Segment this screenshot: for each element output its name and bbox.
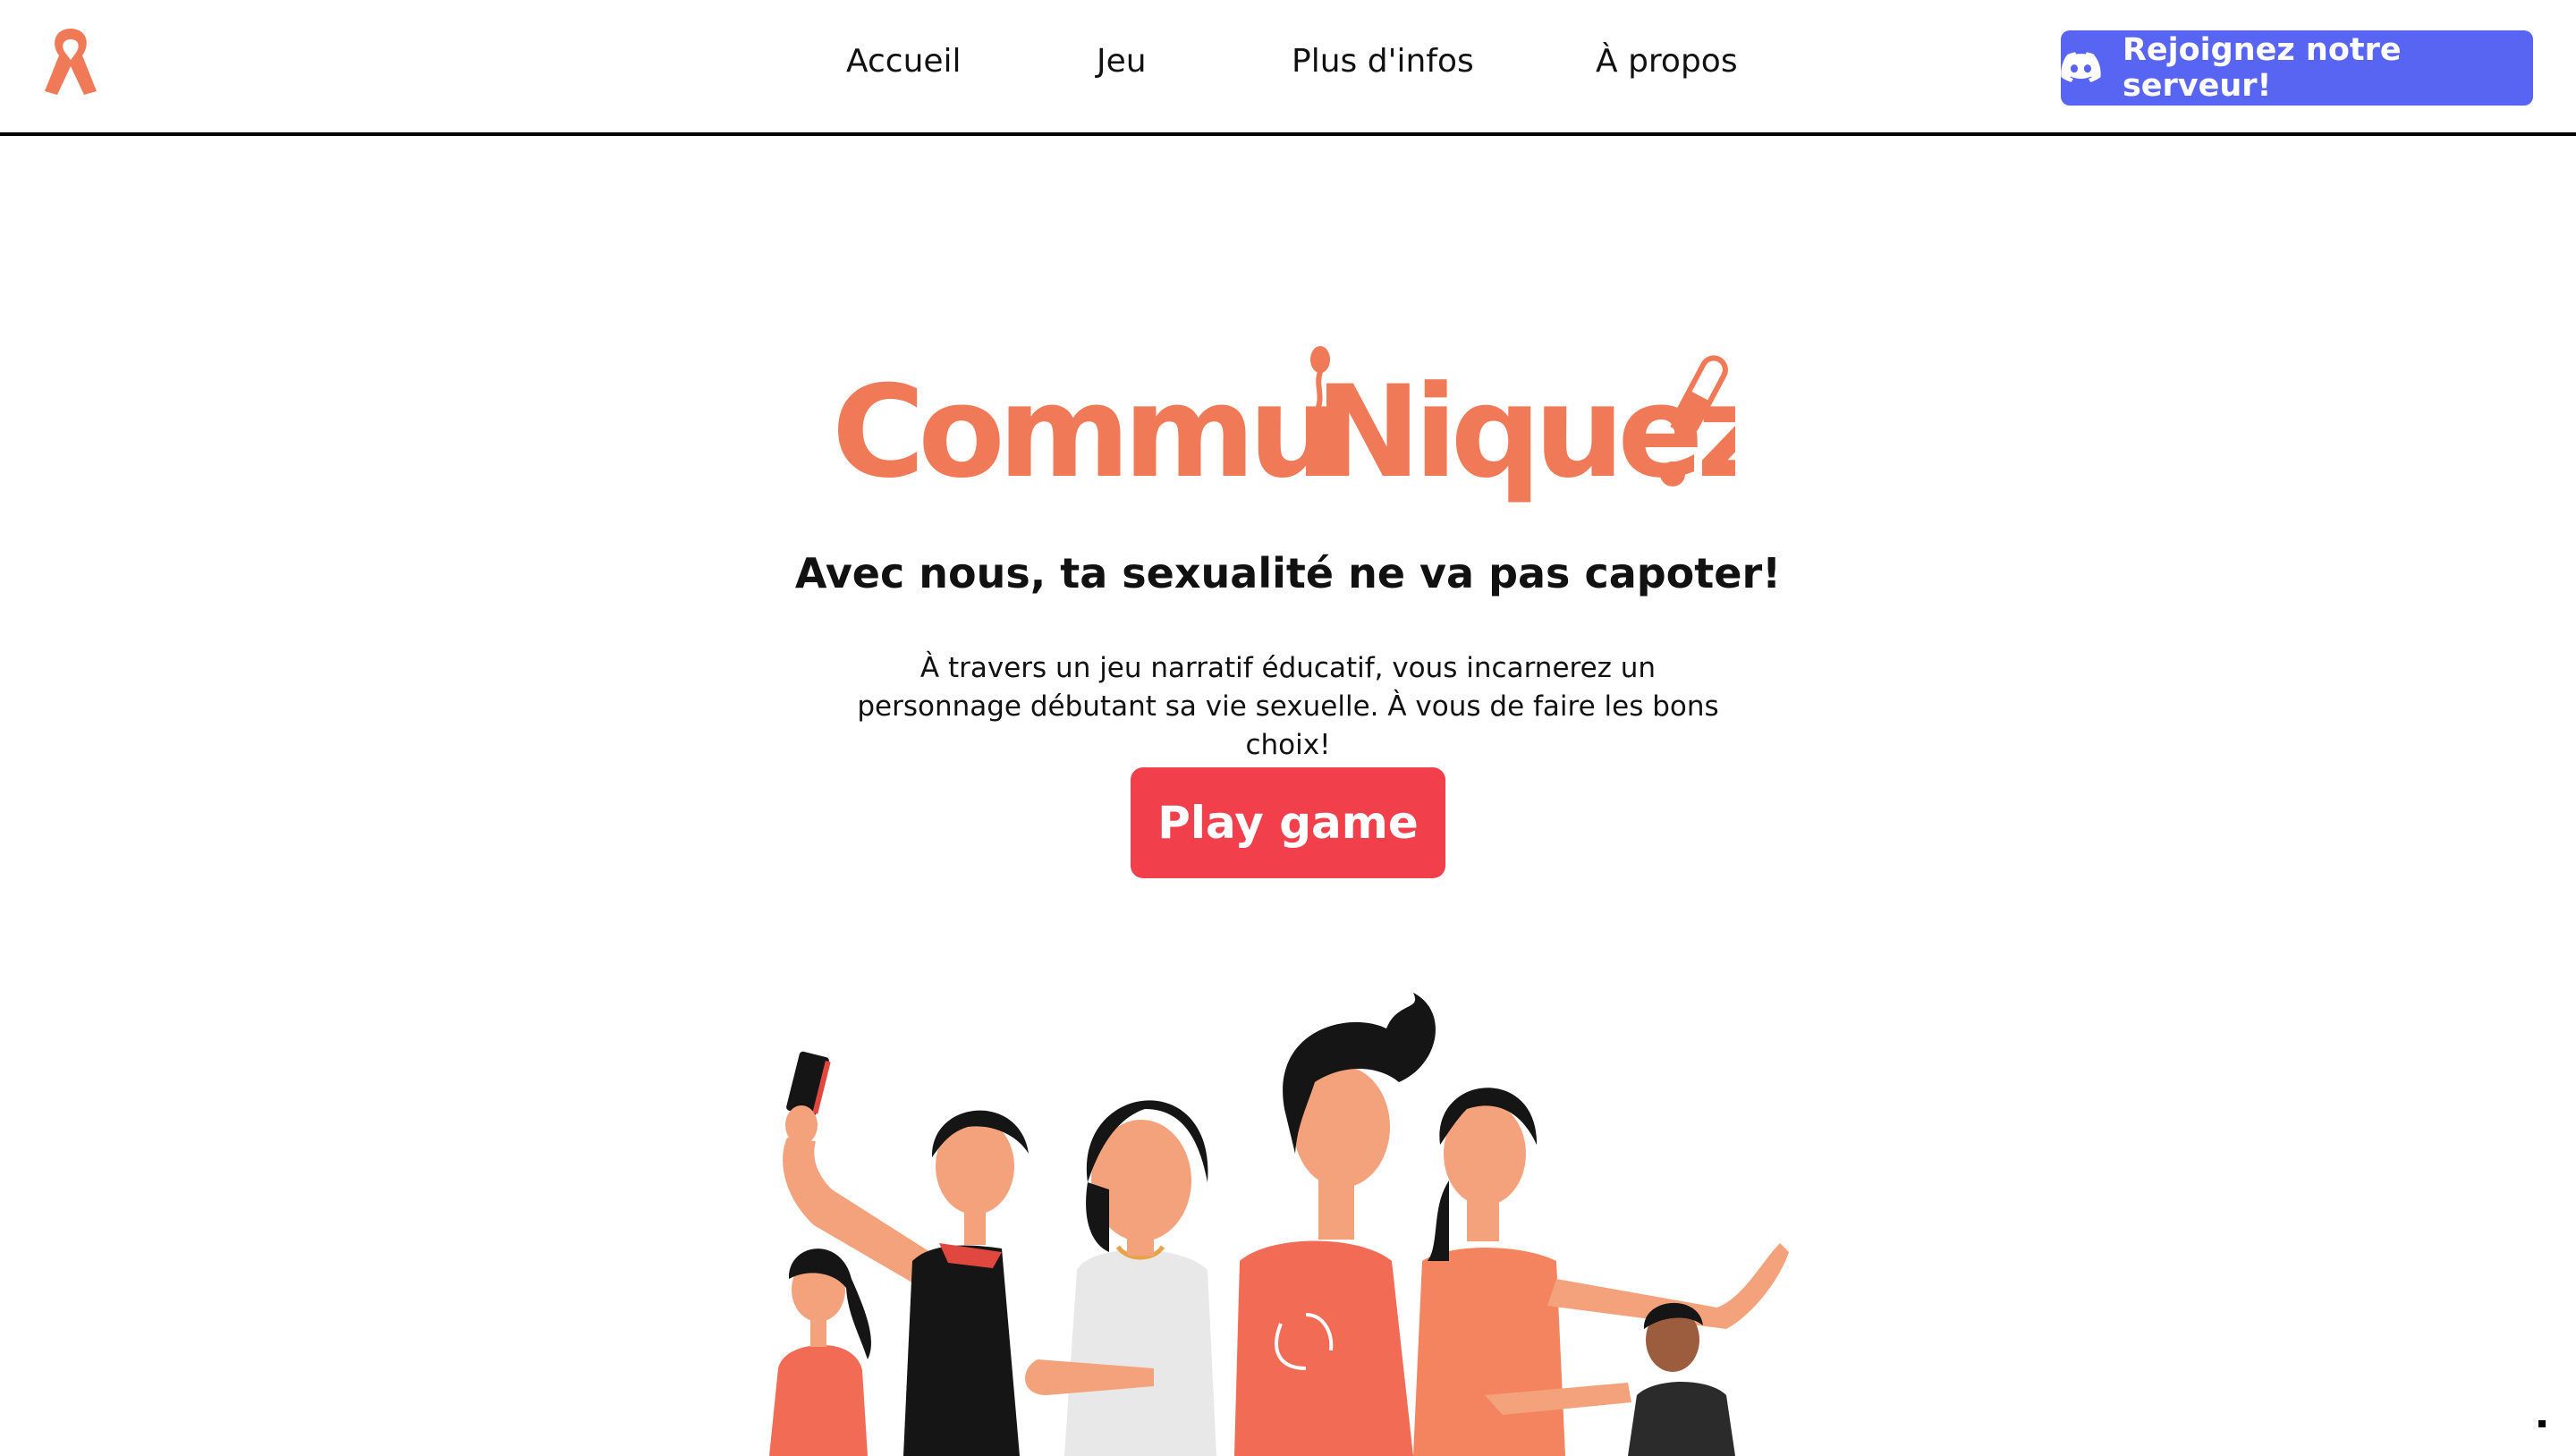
brand-logo: Commu Niquez (832, 346, 1735, 506)
nav-link-plus-infos[interactable]: Plus d'infos (1292, 43, 1474, 80)
discord-icon (2061, 52, 2101, 82)
nav-link-a-propos[interactable]: À propos (1596, 43, 1738, 80)
hero-description: À travers un jeu narratif éducatif, vous… (857, 652, 1719, 761)
corner-marker (2538, 1420, 2546, 1427)
hero-tagline: Avec nous, ta sexualité ne va pas capote… (794, 549, 1782, 597)
person-guy-red-shirt (1234, 993, 1436, 1456)
join-discord-label: Rejoignez notre serveur! (2122, 32, 2402, 104)
navbar: Accueil Jeu Plus d'infos À propos Rejoig… (0, 0, 2576, 136)
brand-logo-part1: Commu (832, 359, 1332, 506)
group-selfie-illustration (769, 993, 1789, 1456)
person-girl-white-shirt (1025, 1100, 1216, 1456)
awareness-ribbon-icon[interactable] (39, 23, 102, 98)
join-discord-button[interactable]: Rejoignez notre serveur! (2061, 30, 2533, 106)
nav-link-jeu[interactable]: Jeu (1097, 43, 1147, 80)
play-game-button[interactable]: Play game (1131, 767, 1445, 878)
person-small-girl-left (769, 1249, 871, 1456)
nav-link-accueil[interactable]: Accueil (846, 43, 962, 80)
